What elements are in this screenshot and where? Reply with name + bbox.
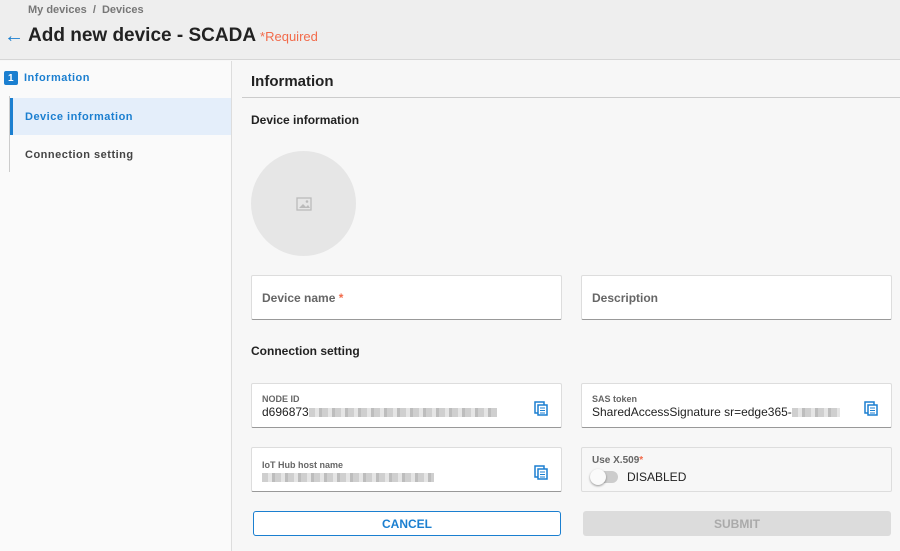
device-info-heading: Device information	[251, 113, 360, 127]
sas-token-label: SAS token	[592, 394, 638, 404]
required-note: *Required	[260, 29, 318, 44]
copy-icon[interactable]	[864, 401, 878, 421]
device-name-label: Device name *	[262, 291, 344, 305]
page-header: My devices / Devices ← Add new device - …	[0, 0, 900, 60]
breadcrumb-devices[interactable]: Devices	[102, 4, 144, 16]
description-label: Description	[592, 291, 659, 305]
step-information[interactable]: 1 Information	[4, 71, 90, 85]
description-field[interactable]: Description	[581, 275, 892, 320]
sidebar: 1 Information Device information Connecti…	[0, 61, 232, 551]
x509-text: Use X.509	[592, 455, 640, 466]
node-id-text: d696873	[262, 405, 309, 419]
section-title: Information	[251, 73, 334, 90]
iot-hub-value	[262, 473, 434, 482]
node-id-field[interactable]: NODE ID d696873	[251, 383, 562, 428]
cancel-button[interactable]: CANCEL	[253, 511, 561, 536]
sidebar-item-device-information[interactable]: Device information	[10, 98, 231, 135]
node-id-label: NODE ID	[262, 394, 300, 404]
sas-token-value: SharedAccessSignature sr=edge365-	[592, 405, 840, 419]
copy-icon[interactable]	[534, 465, 548, 485]
iot-hub-host-field[interactable]: IoT Hub host name	[251, 447, 562, 492]
x509-label: Use X.509*	[592, 455, 644, 466]
sidebar-item-connection-setting[interactable]: Connection setting	[10, 136, 231, 173]
breadcrumb-my-devices[interactable]: My devices	[28, 4, 87, 16]
submit-button[interactable]: SUBMIT	[583, 511, 891, 536]
device-image-upload[interactable]	[251, 151, 356, 256]
node-id-value: d696873	[262, 405, 497, 419]
step-number: 1	[4, 71, 18, 85]
connection-heading: Connection setting	[251, 344, 360, 358]
sas-token-text: SharedAccessSignature sr=edge365-	[592, 405, 792, 419]
use-x509-field: Use X.509* DISABLED	[581, 447, 892, 492]
image-icon	[295, 196, 312, 211]
x509-state: DISABLED	[627, 470, 687, 484]
sas-token-field[interactable]: SAS token SharedAccessSignature sr=edge3…	[581, 383, 892, 428]
device-name-text: Device name	[262, 291, 336, 305]
page-title: Add new device - SCADA *Required	[28, 25, 318, 47]
x509-toggle[interactable]	[590, 469, 618, 485]
device-name-field[interactable]: Device name *	[251, 275, 562, 320]
divider	[242, 97, 900, 98]
main-content: Information Device information Device na…	[242, 61, 900, 551]
title-text: Add new device - SCADA	[28, 25, 257, 46]
back-arrow-icon[interactable]: ←	[4, 26, 24, 46]
iot-hub-label: IoT Hub host name	[262, 460, 343, 470]
breadcrumb: My devices / Devices	[28, 4, 144, 16]
step-label: Information	[24, 72, 90, 84]
copy-icon[interactable]	[534, 401, 548, 421]
